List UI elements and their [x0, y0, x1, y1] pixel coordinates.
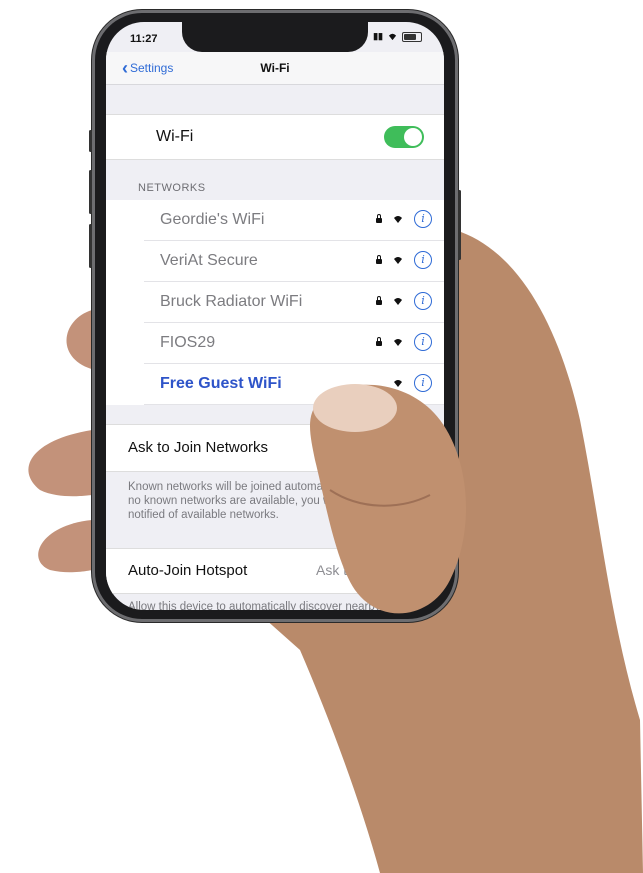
lock-icon — [376, 337, 382, 346]
wifi-toggle[interactable] — [384, 126, 424, 148]
info-icon[interactable]: i — [414, 251, 432, 269]
wifi-label: Wi-Fi — [156, 128, 194, 145]
ask-to-join-label: Ask to Join Networks — [128, 439, 269, 456]
info-icon[interactable]: i — [414, 210, 432, 228]
network-row-guest[interactable]: Free Guest WiFi i — [144, 364, 444, 405]
info-icon[interactable]: i — [414, 333, 432, 351]
toggle-knob — [404, 128, 422, 146]
wifi-signal-icon — [394, 380, 402, 387]
cellular-signal-icon: ▮▮ — [373, 31, 383, 41]
power-button — [458, 190, 461, 260]
wifi-status-icon — [388, 33, 397, 41]
auto-join-label: Auto-Join Hotspot — [128, 562, 248, 579]
page-title: Wi-Fi — [260, 61, 290, 75]
auto-join-hotspot-row[interactable]: Auto-Join Hotspot Ask to Join — [106, 548, 444, 594]
network-row[interactable]: Bruck Radiator WiFi i — [144, 282, 444, 323]
network-row[interactable]: Geordie's WiFi i — [144, 200, 444, 241]
networks-section-header: NETWORKS — [138, 182, 206, 194]
wifi-toggle-row: Wi-Fi — [106, 114, 444, 160]
lock-icon — [376, 255, 382, 264]
network-name: VeriAt Secure — [160, 252, 258, 269]
network-name: Geordie's WiFi — [160, 211, 265, 228]
mute-switch — [89, 130, 92, 152]
volume-up-button — [89, 170, 92, 214]
network-list: Geordie's WiFi i VeriAt Secure i Bruck R… — [106, 200, 444, 405]
network-row[interactable]: VeriAt Secure i — [144, 241, 444, 282]
navigation-bar: ‹ Settings Wi-Fi — [106, 52, 444, 85]
auto-join-value: Ask to Join — [316, 562, 385, 578]
wifi-signal-icon — [394, 298, 402, 305]
network-name: Bruck Radiator WiFi — [160, 293, 303, 310]
phone-frame: 11:27 ▮▮ ‹ Settings Wi-Fi Wi-Fi NETWORKS… — [89, 10, 461, 622]
network-name: Free Guest WiFi — [160, 375, 282, 392]
network-row[interactable]: FIOS29 i — [144, 323, 444, 364]
notch — [182, 22, 368, 52]
wifi-signal-icon — [394, 216, 402, 223]
network-name: FIOS29 — [160, 334, 216, 351]
auto-join-footer: Allow this device to automatically disco… — [128, 601, 444, 610]
status-icons: ▮▮ — [373, 31, 422, 42]
phone-screen: 11:27 ▮▮ ‹ Settings Wi-Fi Wi-Fi NETWORKS… — [106, 22, 444, 610]
lock-icon — [376, 296, 382, 305]
wifi-signal-icon — [394, 257, 402, 264]
ask-to-join-row[interactable]: Ask to Join Networks — [106, 424, 444, 472]
status-time: 11:27 — [130, 33, 158, 45]
battery-icon — [402, 31, 422, 42]
info-icon[interactable]: i — [414, 292, 432, 310]
wifi-signal-icon — [394, 339, 402, 346]
volume-down-button — [89, 224, 92, 268]
info-icon[interactable]: i — [414, 374, 432, 392]
ask-to-join-footer: Known networks will be joined automatica… — [128, 481, 364, 521]
lock-icon — [376, 214, 382, 223]
